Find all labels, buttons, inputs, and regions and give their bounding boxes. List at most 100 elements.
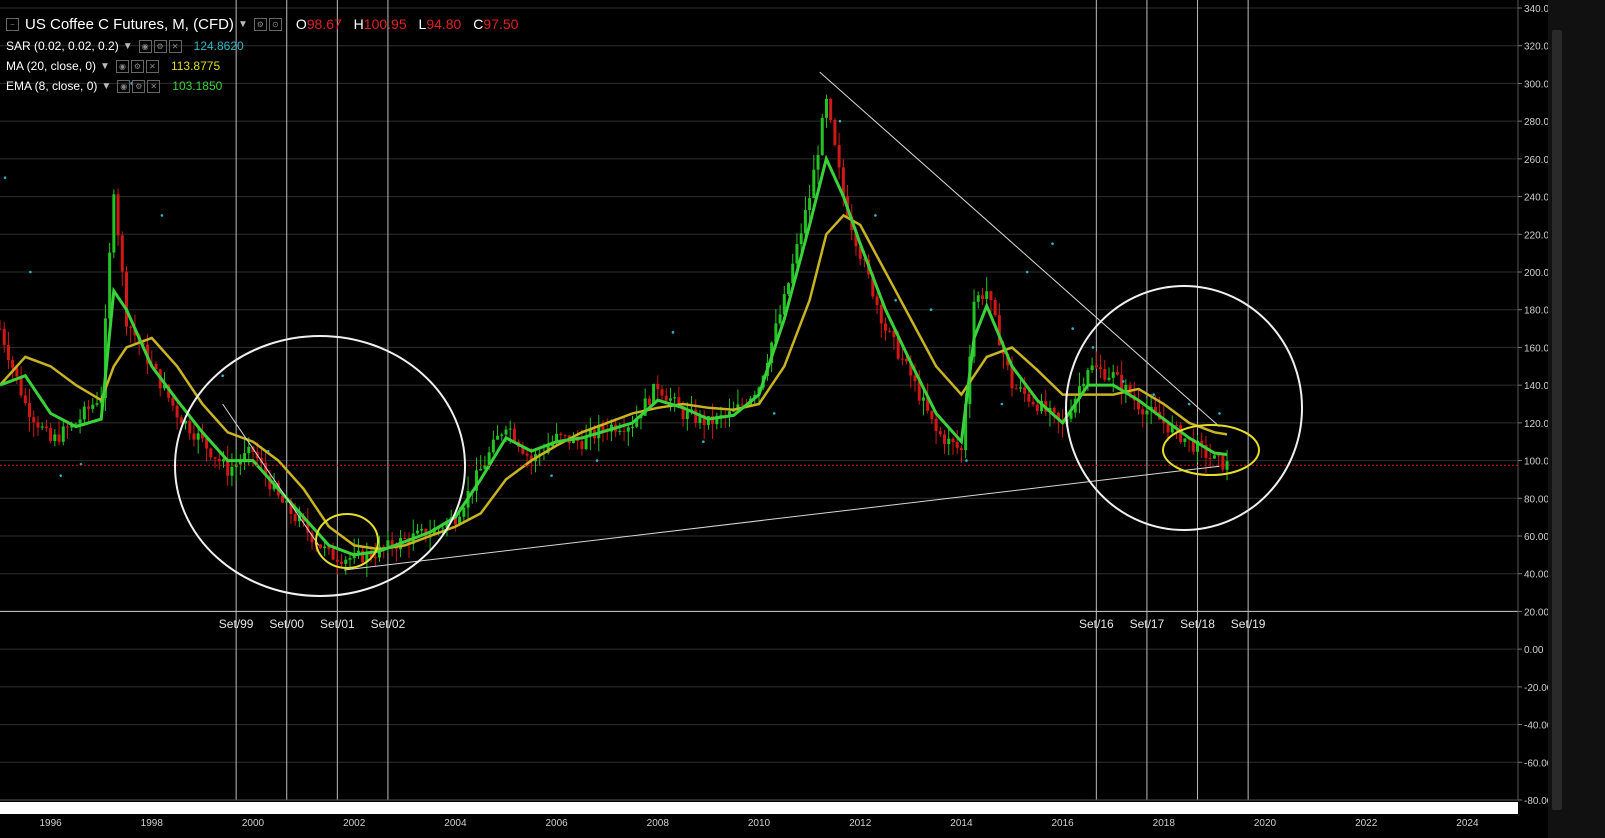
candle-body — [318, 544, 322, 548]
sar-dot — [1187, 402, 1191, 406]
circle-annotation-right[interactable] — [1065, 285, 1303, 531]
scrollbar-thumb[interactable] — [1552, 30, 1562, 810]
chart-window: Set/991999-09-01Set/002000-09-01Set/0120… — [0, 0, 1605, 838]
gear-icon[interactable]: ⚙ — [153, 39, 167, 53]
marker-label: Set/18 — [1180, 617, 1215, 631]
candle-body — [394, 547, 398, 550]
close-icon[interactable]: ✕ — [168, 39, 182, 53]
candle-body — [356, 550, 360, 553]
candle-body — [525, 453, 529, 456]
chevron-down-icon[interactable]: ▼ — [238, 19, 248, 30]
candle-body — [947, 438, 951, 444]
close-key: C — [473, 16, 484, 32]
time-tick-label: 2018 — [1153, 818, 1176, 829]
sar-dot — [1025, 270, 1029, 274]
circle-annotation-left[interactable] — [174, 335, 466, 597]
time-tick-label: 2024 — [1456, 818, 1479, 829]
candle-body — [1221, 455, 1225, 470]
time-tick-label: 1996 — [39, 818, 62, 829]
candle-body — [1082, 383, 1086, 387]
time-tick-label: 1998 — [141, 818, 164, 829]
candle-body — [6, 345, 10, 361]
candle-body — [618, 430, 622, 432]
indicator-label-ema: EMA (8, close, 0) — [6, 79, 98, 93]
trend-line-short[interactable] — [222, 403, 320, 546]
candle-body — [420, 528, 424, 531]
candle-body — [217, 458, 221, 462]
candle-body — [11, 360, 15, 368]
time-tick-label: 2004 — [444, 818, 467, 829]
candle-body — [112, 194, 116, 253]
candle-body — [2, 328, 6, 346]
ma-line[interactable] — [0, 213, 1228, 551]
candle-body — [36, 422, 40, 428]
candle-body — [188, 420, 192, 434]
candle-body — [1145, 410, 1149, 415]
chevron-down-icon[interactable]: ▼ — [101, 81, 111, 92]
candle-body — [479, 468, 483, 471]
candle-body — [512, 428, 516, 442]
time-tick-label: 2016 — [1051, 818, 1074, 829]
settings-icon[interactable]: ⚙ — [253, 17, 267, 31]
eye-icon[interactable]: ◉ — [115, 59, 129, 73]
marker-label: Set/16 — [1079, 617, 1114, 631]
high-key: H — [353, 16, 364, 32]
candle-body — [1014, 388, 1018, 390]
indicator-row-ma[interactable]: MA (20, close, 0) ▼ ◉ ⚙ ✕ 113.8775 — [6, 56, 526, 76]
sar-dot — [772, 412, 776, 415]
close-icon[interactable]: ✕ — [145, 59, 159, 73]
candle-body — [213, 457, 217, 459]
close-icon[interactable]: ✕ — [147, 79, 161, 93]
candle-body — [504, 429, 508, 435]
candle-body — [626, 427, 630, 432]
indicator-row-ema[interactable]: EMA (8, close, 0) ▼ ◉ ⚙ ✕ 103.1850 — [6, 76, 526, 96]
indicator-row-sar[interactable]: SAR (0.02, 0.02, 0.2) ▼ ◉ ⚙ ✕ 124.8620 — [6, 36, 526, 56]
price-chart[interactable]: Set/991999-09-01Set/002000-09-01Set/0120… — [0, 0, 1605, 838]
candle-body — [580, 441, 584, 450]
price-tick-label: 60.00 — [1524, 532, 1549, 543]
candle-body — [1094, 365, 1098, 368]
candle-body — [403, 537, 407, 539]
candle-body — [1027, 393, 1031, 402]
candle-body — [441, 527, 445, 529]
sar-dot — [671, 331, 675, 334]
gear-icon[interactable]: ⚙ — [130, 59, 144, 73]
ohlc-readout: O98.67 H100.95 L94.80 C97.50 — [296, 16, 527, 32]
candle-body — [247, 446, 251, 454]
chevron-down-icon[interactable]: ▼ — [100, 61, 110, 72]
candle-body — [348, 558, 352, 560]
candle-body — [1031, 401, 1035, 405]
indicator-value-ema: 103.1850 — [172, 79, 223, 93]
collapse-icon[interactable]: − — [6, 17, 19, 31]
sar-dot — [221, 374, 224, 378]
eye-icon[interactable]: ◉ — [138, 39, 152, 53]
candle-body — [900, 358, 904, 360]
candle-body — [778, 314, 782, 324]
chevron-down-icon[interactable]: ▼ — [123, 41, 133, 52]
eye-icon[interactable]: ◉ — [117, 79, 131, 93]
gear-icon[interactable]: ⚙ — [132, 79, 146, 93]
price-tick-label: 40.00 — [1524, 570, 1549, 581]
candle-body — [230, 466, 234, 476]
sar-dot — [29, 270, 32, 274]
candle-body — [875, 296, 879, 305]
candle-body — [1115, 372, 1119, 375]
sar-dot — [1152, 393, 1155, 396]
time-scrollbar[interactable] — [0, 802, 1518, 814]
candle-body — [496, 435, 500, 440]
candle-body — [53, 434, 57, 442]
ema-line[interactable] — [0, 154, 1228, 557]
candle-body — [500, 434, 504, 436]
trend-line-down[interactable] — [819, 71, 1220, 428]
hide-icon[interactable]: ⊙ — [268, 17, 282, 31]
candle-body — [415, 530, 419, 534]
time-tick-label: 2006 — [545, 818, 568, 829]
symbol-row: − US Coffee C Futures, M, (CFD) ▼ ⚙ ⊙ O9… — [6, 12, 526, 36]
candle-body — [1141, 409, 1145, 415]
candle-body — [293, 514, 297, 522]
indicator-value-ma: 113.8775 — [170, 59, 221, 73]
candle-body — [943, 434, 947, 444]
open-value: 98.67 — [306, 16, 342, 32]
sar-dot — [838, 119, 842, 123]
close-value: 97.50 — [483, 16, 519, 32]
